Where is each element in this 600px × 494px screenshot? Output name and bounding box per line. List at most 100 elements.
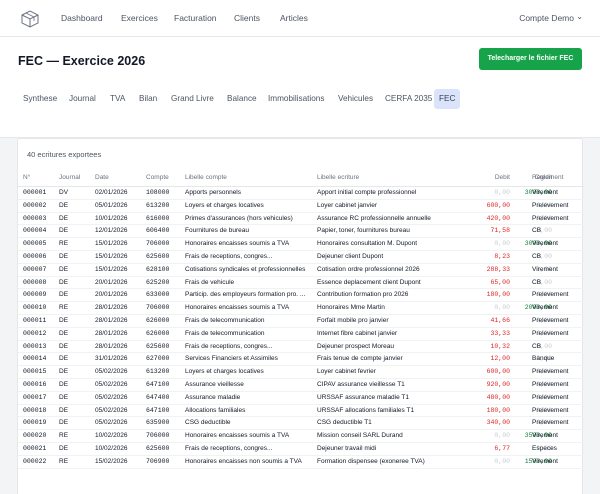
table-row[interactable]: 000003 DE 10/01/2026 616000 Primes d'assuran… [18,213,584,226]
tab-immobilisations[interactable]: Immobilisations [263,89,329,109]
cell-libelle-ecriture: URSSAF assurance maladie T1 [317,393,410,401]
cell-numero: 000013 [23,342,47,350]
cell-libelle-ecriture: Apport initial compte professionnel [317,189,417,196]
cell-numero: 000012 [23,329,47,337]
tab-balance[interactable]: Balance [222,89,262,109]
cell-numero: 000007 [23,265,47,273]
cell-date: 05/02/2026 [95,406,128,414]
cell-libelle-ecriture: Honoraires consultation M. Dupont [317,240,418,248]
cell-compte: 108000 [146,189,170,196]
cell-date: 10/02/2026 [95,445,128,452]
nav-exercices[interactable]: Exercices [121,13,158,23]
nav-dashboard[interactable]: Dashboard [61,13,103,23]
tab-fec[interactable]: FEC [434,89,461,109]
table-row[interactable]: 000015 DE 05/02/2026 613200 Loyers et charge… [18,366,584,379]
nav-facturation[interactable]: Facturation [174,13,217,23]
cell-date: 10/01/2026 [95,214,128,222]
cell-compte: 635900 [146,419,170,427]
cell-reglement: Virement [532,457,558,465]
table-row[interactable]: 000017 DE 05/02/2026 647400 Assurance maladi… [18,392,584,405]
cell-libelle-ecriture: Dejeuner prospect Moreau [317,342,394,350]
cell-libelle-ecriture: Formation dispensee (exoneree TVA) [317,457,425,465]
cell-compte: 625600 [146,253,170,260]
table-row[interactable]: 000016 DE 05/02/2026 647100 Assurance vieill… [18,379,584,392]
cell-compte: 616000 [146,214,170,222]
table-row[interactable]: 000002 DE 05/01/2026 613200 Loyers et charge… [18,200,584,213]
fec-table-card: 40 ecritures exportees N° Journal Date C… [17,138,584,494]
cell-date: 28/01/2026 [95,304,128,312]
table-row[interactable]: 000007 DE 15/01/2026 628100 Cotisations synd… [18,264,584,277]
table-row[interactable]: 000013 DE 28/01/2026 625600 Frais de recepti… [18,341,584,354]
cell-libelle-ecriture: Loyer cabinet fevrier [317,368,376,376]
cell-libelle-compte: Honoraires encaisses soumis a TVA [185,304,290,312]
cell-reglement: Prelevement [532,406,569,414]
table-row[interactable]: 000011 DE 28/01/2026 626000 Frais de telecom… [18,315,584,328]
cell-reglement: Prelevement [532,329,569,337]
app-logo-icon[interactable] [19,8,41,30]
table-row[interactable]: 000008 DE 20/01/2026 625200 Frais de vehicul… [18,277,584,290]
account-menu[interactable]: Compte Demo [519,13,574,23]
cell-libelle-compte: Frais de vehicule [185,278,235,286]
cell-compte: 706000 [146,240,170,248]
cell-numero: 000005 [23,240,47,248]
cell-compte: 633000 [146,291,170,299]
tab-vehicules[interactable]: Vehicules [333,89,378,109]
cell-reglement: Virement [532,265,558,273]
cell-journal: RE [59,432,69,440]
tab-synthese[interactable]: Synthese [18,89,62,109]
cell-journal: DE [59,381,69,388]
cell-numero: 000016 [23,381,47,388]
cell-compte: 627000 [146,355,170,363]
table-row[interactable]: 000009 DE 20/01/2026 633000 Particip. des em… [18,289,584,303]
cell-journal: DE [59,201,69,209]
cell-journal: RE [59,457,69,465]
chevron-down-icon[interactable]: ⌄ [576,12,583,21]
table-row[interactable]: 000021 DE 10/02/2026 625600 Frais de recepti… [18,443,584,456]
table-row[interactable]: 000020 RE 10/02/2026 706000 Honoraires encai… [18,430,584,443]
cell-numero: 000006 [23,253,47,260]
cell-date: 05/02/2026 [95,393,128,401]
cell-journal: DE [59,253,69,260]
table-row[interactable]: 000005 RE 15/01/2026 706000 Honoraires encai… [18,238,584,251]
cell-date: 05/02/2026 [95,419,128,427]
cell-journal: DE [59,419,69,427]
cell-compte: 613200 [146,368,170,376]
table-row[interactable]: 000012 DE 28/01/2026 626000 Frais de telecom… [18,328,584,341]
table-row[interactable]: 000006 DE 15/01/2026 625600 Frais de recepti… [18,251,584,264]
cell-journal: RE [59,240,69,248]
cell-journal: DE [59,227,69,235]
tab-cerfa-2035[interactable]: CERFA 2035 [380,89,437,109]
cell-date: 10/02/2026 [95,432,128,440]
table-row[interactable]: 000018 DE 05/02/2026 647100 Allocations fami… [18,405,584,418]
cell-compte: 647400 [146,393,170,401]
table-row[interactable]: 000010 RE 28/01/2026 706000 Honoraires encai… [18,302,584,315]
tab-grand-livre[interactable]: Grand Livre [166,89,219,109]
cell-numero: 000018 [23,406,47,414]
cell-compte: 706000 [146,432,170,440]
nav-clients[interactable]: Clients [234,13,260,23]
cell-compte: 613200 [146,201,170,209]
table-row[interactable]: 000004 DE 12/01/2026 606400 Fournitures de b… [18,225,584,239]
cell-libelle-ecriture: Cotisation ordre professionnel 2026 [317,265,420,273]
cell-libelle-ecriture: Essence deplacement client Dupont [317,278,421,286]
cell-numero: 000008 [23,278,47,286]
table-row[interactable]: 000022 RE 15/02/2026 706900 Honoraires encai… [18,456,584,469]
tab-bilan[interactable]: Bilan [134,89,162,109]
tab-journal[interactable]: Journal [64,89,101,109]
table-row[interactable]: 000014 DE 31/01/2026 627000 Services Financi… [18,353,584,367]
cell-date: 15/01/2026 [95,253,128,260]
cell-journal: RE [59,304,69,312]
cell-compte: 628100 [146,265,170,273]
cell-credit: 0,00 [536,278,552,286]
top-navbar: Dashboard Exercices Facturation Clients … [0,0,600,37]
cell-compte: 626000 [146,329,170,337]
tab-tva[interactable]: TVA [105,89,130,109]
cell-compte: 626000 [146,317,170,324]
table-row[interactable]: 000001 DV 02/01/2026 108000 Apports personne… [18,187,584,200]
cell-reglement: Prelevement [532,291,569,299]
nav-articles[interactable]: Articles [280,13,308,23]
table-row[interactable]: 000019 DE 05/02/2026 635900 CSG deductible CS… [18,417,584,431]
download-fec-button[interactable]: Telecharger le fichier FEC [479,48,582,70]
cell-libelle-compte: Apports personnels [185,189,242,196]
cell-reglement: CB [532,253,542,260]
